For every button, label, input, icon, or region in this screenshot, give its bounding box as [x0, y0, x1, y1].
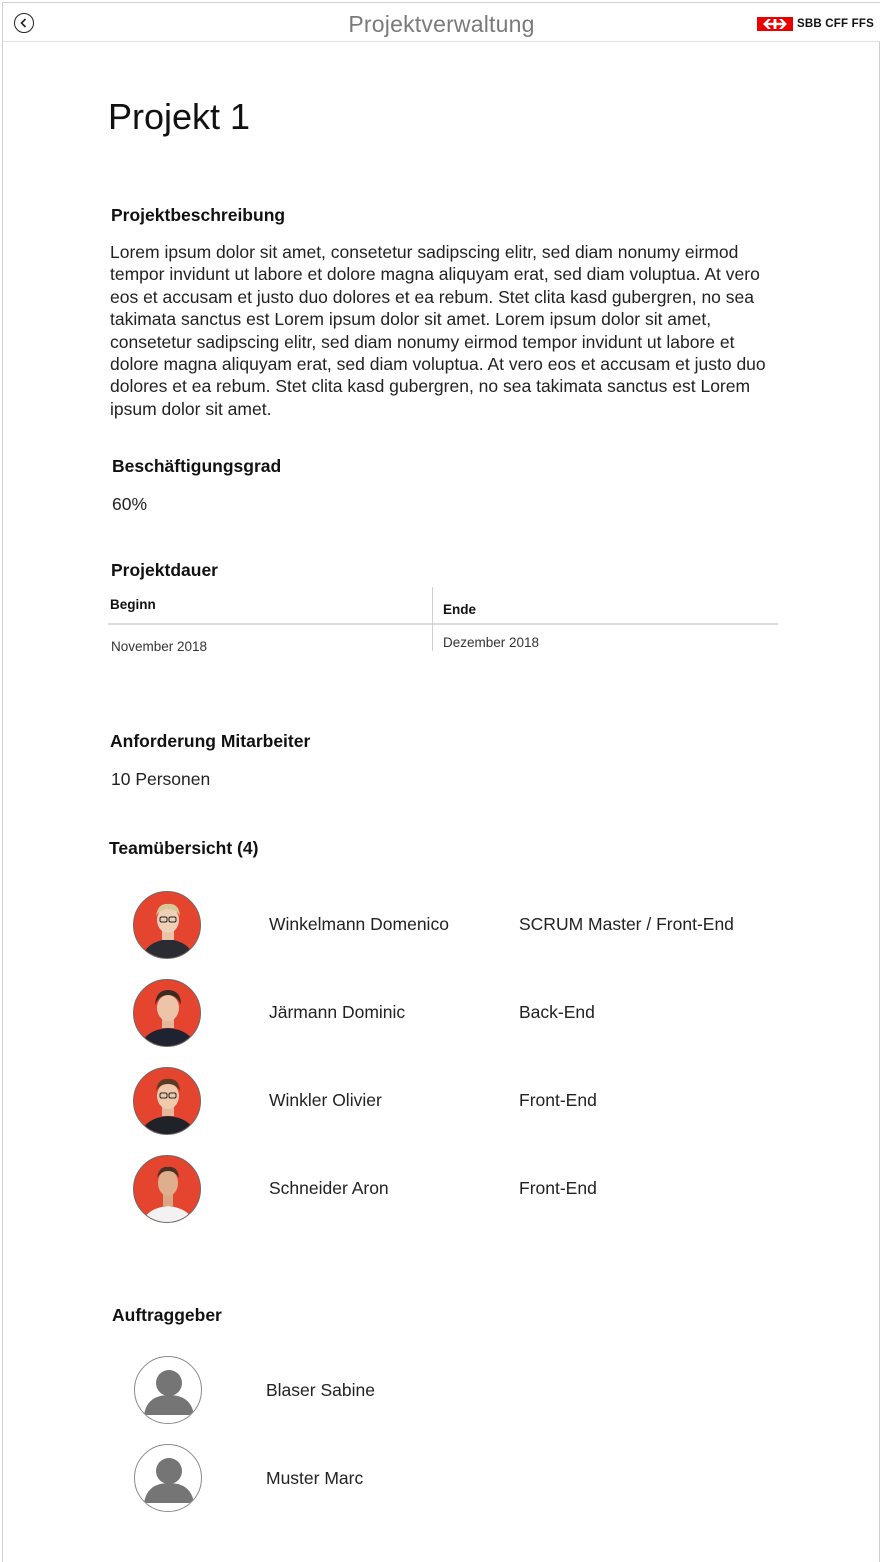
app-title: Projektverwaltung: [348, 11, 535, 37]
duration-heading: Projektdauer: [111, 560, 218, 580]
client-name: Blaser Sabine: [266, 1380, 375, 1400]
team-member-name: Winkelmann Domenico: [269, 914, 449, 934]
user-placeholder-icon: [134, 1444, 202, 1512]
team-member[interactable]: Winkelmann Domenico SCRUM Master / Front…: [0, 891, 884, 961]
duration-end-label: Ende: [443, 602, 477, 617]
sbb-logo-text: SBB CFF FFS: [797, 18, 874, 30]
team-member-role: SCRUM Master / Front-End: [519, 914, 734, 934]
top-bar: Projektverwaltung SBB CFF FFS: [3, 3, 880, 42]
team-heading: Teamübersicht (4): [109, 838, 259, 858]
sbb-logo-mark-icon: [757, 17, 793, 31]
team-member[interactable]: Winkler Olivier Front-End: [0, 1067, 884, 1137]
description-heading: Projektbeschreibung: [111, 205, 286, 225]
employment-heading: Beschäftigungsgrad: [112, 456, 282, 476]
duration-table: Beginn Ende November 2018 Dezember 2018: [108, 587, 778, 654]
team-member-role: Front-End: [519, 1178, 597, 1198]
staff-heading: Anforderung Mitarbeiter: [110, 731, 311, 751]
staff-value: 10 Personen: [111, 769, 211, 789]
team-member-name: Winkler Olivier: [269, 1090, 382, 1110]
duration-divider: [108, 623, 778, 625]
client-name: Muster Marc: [266, 1468, 364, 1488]
sbb-logo: SBB CFF FFS: [757, 16, 874, 32]
client-item[interactable]: Blaser Sabine: [0, 1356, 884, 1426]
team-member-name: Järmann Dominic: [269, 1002, 406, 1022]
team-member-avatar: [133, 1155, 201, 1223]
team-member-avatar: [133, 1067, 201, 1135]
client-item[interactable]: Muster Marc: [0, 1444, 884, 1514]
team-member[interactable]: Schneider Aron Front-End: [0, 1155, 884, 1225]
project-description: Lorem ipsum dolor sit amet, consetetur s…: [110, 242, 766, 419]
team-member-name: Schneider Aron: [269, 1178, 389, 1198]
team-member-role: Back-End: [519, 1002, 595, 1022]
duration-column-divider: [432, 587, 433, 651]
duration-start-label: Beginn: [110, 597, 156, 612]
team-member-avatar: [133, 891, 201, 959]
team-member-role: Front-End: [519, 1090, 597, 1110]
user-placeholder-icon: [134, 1356, 202, 1424]
duration-start-value: November 2018: [111, 639, 208, 654]
clients-heading: Auftraggeber: [112, 1305, 222, 1325]
duration-end-value: Dezember 2018: [443, 635, 540, 650]
team-member[interactable]: Järmann Dominic Back-End: [0, 979, 884, 1049]
employment-value: 60%: [112, 494, 148, 514]
page-title: Projekt 1: [108, 96, 251, 137]
team-member-avatar: [133, 979, 201, 1047]
